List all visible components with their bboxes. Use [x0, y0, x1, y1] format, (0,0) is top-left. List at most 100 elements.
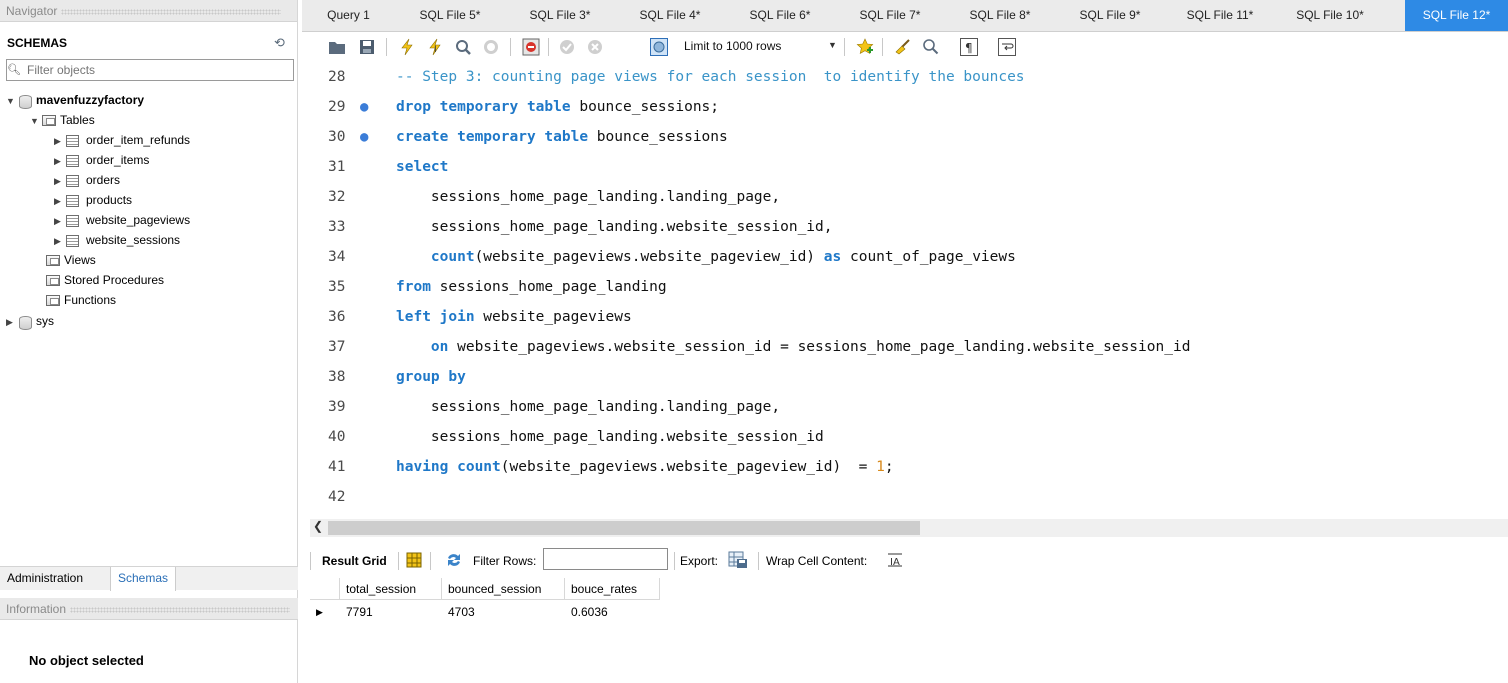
editor-tab[interactable]: SQL File 3* [505, 0, 615, 31]
code-line[interactable]: 36 left join website_pageviews [310, 302, 1508, 332]
open-folder-icon[interactable] [328, 38, 346, 56]
autocommit-toggle-icon[interactable] [650, 38, 668, 56]
collapsed-icon[interactable]: ▶ [6, 312, 18, 332]
invisible-chars-icon[interactable]: ¶ [960, 38, 978, 56]
tab-schemas[interactable]: Schemas [110, 567, 177, 591]
editor-horizontal-scrollbar[interactable]: ❮ [310, 519, 1508, 537]
code-line[interactable]: 34 count(website_pageviews.website_pagev… [310, 242, 1508, 272]
editor-tab[interactable]: SQL File 12* [1405, 0, 1508, 31]
code-line[interactable]: 30 ● create temporary table bounce_session… [310, 122, 1508, 152]
database-icon [18, 315, 32, 330]
scrollbar-thumb[interactable] [328, 521, 920, 535]
filter-objects-input[interactable] [27, 61, 289, 79]
editor-tab[interactable]: SQL File 7* [835, 0, 945, 31]
column-header[interactable]: bouce_rates [565, 578, 660, 600]
result-grid[interactable]: total_session bounced_session bouce_rates ▶… [310, 578, 670, 626]
wrap-toggle-icon[interactable]: IA [887, 553, 903, 567]
code-line[interactable]: 38 group by [310, 362, 1508, 392]
tree-table-item[interactable]: ▶ website_sessions [54, 230, 180, 250]
chevron-down-icon[interactable]: ▼ [828, 40, 837, 50]
header-grip [70, 606, 291, 613]
editor-tab[interactable]: SQL File 5* [395, 0, 505, 31]
filter-objects-field[interactable]: 🔍︎ [6, 59, 294, 81]
toolbar-separator [548, 38, 549, 56]
line-number: 42 [328, 489, 346, 505]
scroll-left-icon[interactable]: ❮ [313, 519, 323, 533]
tree-procedures-folder[interactable]: Stored Procedures [46, 270, 164, 290]
editor-tab[interactable]: SQL File 8* [945, 0, 1055, 31]
code-line[interactable]: 40 sessions_home_page_landing.website_se… [310, 422, 1508, 452]
commit-icon[interactable] [558, 38, 576, 56]
tree-table-item[interactable]: ▶ order_items [54, 150, 149, 170]
limit-rows-select[interactable]: Limit to 1000 rows [684, 39, 781, 53]
column-header[interactable]: bounced_session [442, 578, 565, 600]
tab-administration[interactable]: Administration [0, 567, 90, 591]
refresh-icon[interactable]: ⟲ [274, 35, 285, 51]
collapsed-icon[interactable]: ▶ [54, 171, 66, 191]
editor-tab[interactable]: SQL File 10* [1275, 0, 1385, 31]
code-line[interactable]: 28 -- Step 3: counting page views for eac… [310, 62, 1508, 92]
add-snippet-star-icon[interactable] [856, 38, 874, 56]
tree-schema-mavenfuzzyfactory[interactable]: ▼ mavenfuzzyfactory [6, 90, 144, 110]
sql-editor[interactable]: 28 -- Step 3: counting page views for eac… [310, 62, 1508, 514]
tree-functions-folder[interactable]: Functions [46, 290, 116, 310]
tree-table-item[interactable]: ▶ website_pageviews [54, 210, 190, 230]
stop-icon[interactable] [482, 38, 500, 56]
refresh-arrows-icon[interactable] [445, 552, 463, 568]
code-line[interactable]: 35 from sessions_home_page_landing [310, 272, 1508, 302]
tree-schema-sys[interactable]: ▶ sys [6, 311, 54, 331]
editor-tab[interactable]: SQL File 11* [1165, 0, 1275, 31]
expanded-icon[interactable]: ▼ [30, 111, 42, 131]
find-magnifier-icon[interactable] [922, 38, 940, 56]
collapsed-icon[interactable]: ▶ [54, 211, 66, 231]
row-pointer-icon[interactable]: ▶ [310, 601, 340, 623]
export-icon[interactable] [728, 551, 748, 569]
editor-tab[interactable]: Query 1 [302, 0, 395, 31]
expanded-icon[interactable]: ▼ [6, 91, 18, 111]
code-line[interactable]: 39 sessions_home_page_landing.landing_pa… [310, 392, 1508, 422]
tree-table-item[interactable]: ▶ order_item_refunds [54, 130, 190, 150]
code-line[interactable]: 29 ● drop temporary table bounce_sessions; [310, 92, 1508, 122]
editor-tab[interactable]: SQL File 4* [615, 0, 725, 31]
sql-keyword: as [823, 249, 842, 265]
save-icon[interactable] [358, 38, 376, 56]
grid-cell[interactable]: 7791 [340, 601, 442, 623]
code-text: count(website_pageviews.website_pageview… [396, 242, 1016, 272]
collapsed-icon[interactable]: ▶ [54, 131, 66, 151]
sql-text: bounce_sessions; [570, 99, 720, 115]
tree-table-item[interactable]: ▶ products [54, 190, 132, 210]
execute-current-icon[interactable]: I [426, 38, 444, 56]
editor-tab[interactable]: SQL File 6* [725, 0, 835, 31]
grid-cell[interactable]: 4703 [442, 601, 565, 623]
toolbar-separator [882, 38, 883, 56]
code-line[interactable]: 31 select [310, 152, 1508, 182]
grid-view-icon[interactable] [406, 552, 422, 568]
code-line[interactable]: 41 having count(website_pageviews.website… [310, 452, 1508, 482]
word-wrap-icon[interactable] [998, 38, 1016, 56]
code-line[interactable]: 42 [310, 482, 1508, 512]
result-separator [430, 552, 431, 570]
code-line[interactable]: 33 sessions_home_page_landing.website_se… [310, 212, 1508, 242]
filter-rows-input[interactable] [543, 548, 668, 570]
tree-views-folder[interactable]: Views [46, 250, 96, 270]
collapsed-icon[interactable]: ▶ [54, 191, 66, 211]
collapsed-icon[interactable]: ▶ [54, 231, 66, 251]
grid-cell[interactable]: 0.6036 [565, 601, 660, 623]
result-grid-tab[interactable]: Result Grid [322, 554, 387, 568]
statement-marker-icon: ● [360, 99, 369, 115]
folder-icon [46, 275, 60, 287]
execute-lightning-icon[interactable] [398, 38, 416, 56]
explain-magnifier-icon[interactable] [454, 38, 472, 56]
code-line[interactable]: 37 on website_pageviews.website_session_… [310, 332, 1508, 362]
tree-table-item[interactable]: ▶ orders [54, 170, 120, 190]
stop-on-error-icon[interactable] [522, 38, 540, 56]
editor-tab[interactable]: SQL File 9* [1055, 0, 1165, 31]
sql-text: website_pageviews [474, 309, 632, 325]
rollback-icon[interactable] [586, 38, 604, 56]
collapsed-icon[interactable]: ▶ [54, 151, 66, 171]
beautify-broom-icon[interactable] [894, 38, 912, 56]
code-line[interactable]: 32 sessions_home_page_landing.landing_pa… [310, 182, 1508, 212]
column-header[interactable]: total_session [340, 578, 442, 600]
tree-tables-folder[interactable]: ▼ Tables [30, 110, 95, 130]
